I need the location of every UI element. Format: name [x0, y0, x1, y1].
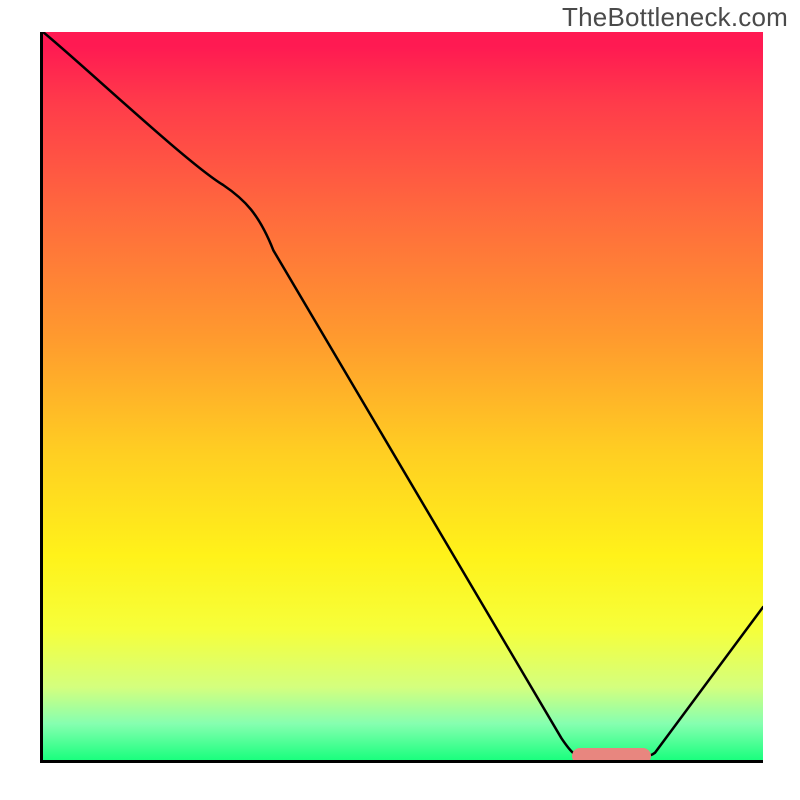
- chart-container: TheBottleneck.com: [0, 0, 800, 800]
- watermark-text: TheBottleneck.com: [562, 2, 788, 33]
- curve-layer: [43, 32, 763, 760]
- plot-area: [40, 32, 763, 763]
- highlight-marker: [572, 748, 651, 763]
- bottleneck-curve: [43, 32, 763, 756]
